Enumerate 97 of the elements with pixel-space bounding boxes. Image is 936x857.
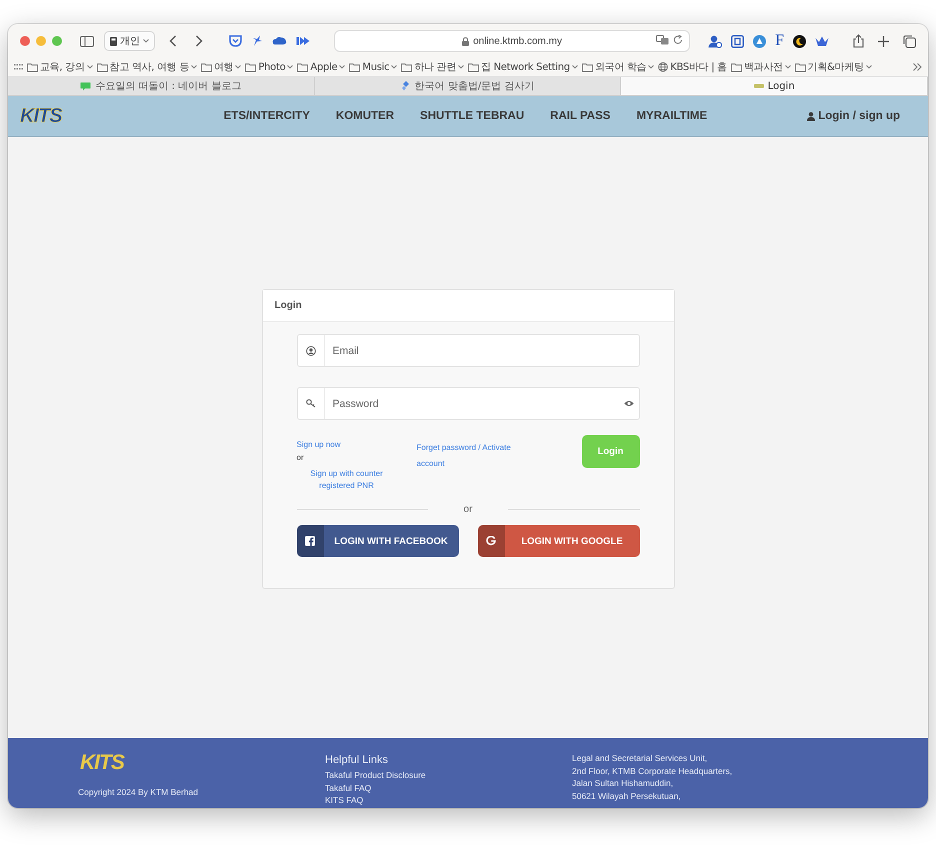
counter-sign-up-link[interactable]: Sign up with counter registered PNR — [296, 468, 396, 492]
chevron-icon — [784, 65, 791, 69]
folder-icon — [349, 62, 360, 72]
card-title: Login — [274, 300, 302, 311]
share-icon[interactable] — [853, 34, 864, 48]
lock-icon — [462, 36, 470, 46]
address-line: Legal and Secretarial Services Unit, — [572, 752, 708, 764]
folder-icon — [401, 62, 412, 72]
folder-icon — [468, 62, 480, 72]
fast-forward-icon[interactable] — [296, 36, 310, 46]
folder-icon — [297, 62, 308, 72]
chevron-icon — [572, 65, 578, 69]
nav-link[interactable]: ETS/INTERCITY — [224, 110, 310, 122]
grid-icon[interactable] — [14, 64, 23, 70]
footer-link[interactable]: Takaful Product Disclosure — [325, 769, 572, 782]
chevron-icon — [391, 65, 398, 69]
or-text: or — [296, 453, 305, 462]
diamond-icon — [400, 81, 411, 91]
facebook-login-button[interactable]: LOGIN WITH FACEBOOK — [296, 525, 458, 557]
chevron-icon — [866, 65, 872, 69]
browser-tab[interactable]: Login — [621, 77, 928, 95]
chat-icon — [80, 82, 92, 90]
chevron-icon — [287, 65, 294, 69]
site-logo[interactable]: KITS — [18, 106, 64, 126]
back-icon[interactable] — [169, 35, 177, 47]
address-line: Jalan Sultan Hishamuddin, — [572, 777, 674, 790]
email-field[interactable]: Email — [296, 334, 640, 367]
bookmark[interactable]: 여행 — [200, 60, 242, 74]
footer-link[interactable]: KITS FAQ — [325, 794, 572, 806]
address-bar[interactable]: online.ktmb.com.my — [334, 30, 690, 52]
square-icon[interactable] — [731, 34, 744, 48]
footer-logo: KITS — [79, 752, 126, 773]
chevron-icon — [235, 65, 242, 69]
bookmark[interactable]: 참고 역사, 여행 등 — [96, 60, 197, 74]
password-field[interactable]: Password — [296, 387, 640, 420]
user-icon — [306, 346, 316, 356]
more-icon[interactable] — [913, 63, 922, 71]
url-text: online.ktmb.com.my — [473, 36, 562, 46]
chevron-icon — [648, 65, 654, 69]
address-line: 50621 Wilayah Persekutuan, — [572, 790, 682, 802]
folder-icon — [582, 62, 593, 72]
login-link[interactable]: Login / sign up — [807, 110, 900, 122]
reload-icon[interactable] — [673, 35, 684, 45]
nav-link[interactable]: RAIL PASS — [550, 110, 610, 122]
facebook-icon — [305, 536, 315, 546]
folder-icon — [730, 62, 742, 72]
moon-icon[interactable] — [793, 34, 806, 48]
nav-link[interactable]: KOMUTER — [336, 110, 394, 122]
sign-up-link[interactable]: Sign up now — [296, 440, 416, 449]
forgot-password-link[interactable]: Forget password / Activate account — [416, 440, 528, 472]
footer-link[interactable]: Takaful FAQ — [325, 782, 572, 794]
sidebar-icon[interactable] — [80, 36, 94, 46]
forward-icon[interactable] — [195, 35, 203, 47]
favicon-icon — [754, 84, 764, 88]
folder-icon — [200, 62, 212, 72]
copyright-text: Copyright 2024 By KTM Berhad — [78, 787, 200, 797]
plus-icon[interactable] — [878, 36, 889, 46]
shield-icon[interactable] — [229, 35, 242, 47]
bookmark[interactable]: 집 Network Setting — [468, 60, 578, 74]
nav-link[interactable]: SHUTTLE TEBRAU — [420, 110, 524, 122]
key-icon — [306, 399, 316, 408]
crown-icon[interactable] — [815, 36, 829, 46]
globe-icon — [658, 62, 668, 72]
folder-icon — [96, 62, 108, 72]
nav-link[interactable]: MYRAILTIME — [636, 110, 708, 122]
bookmark[interactable]: 외국어 학습 — [582, 60, 654, 74]
user-icon — [807, 112, 816, 120]
chevron-icon — [339, 65, 346, 69]
bookmark[interactable]: 하나 관련 — [401, 60, 464, 74]
bookmark[interactable]: 기획&마케팅 — [794, 60, 872, 74]
chevron-icon — [458, 65, 464, 69]
folder-icon — [794, 62, 806, 72]
or-divider-text: or — [462, 504, 474, 515]
profile-button[interactable]: 개인 — [104, 31, 155, 51]
browser-tab[interactable]: 수요일의 떠돌이 : 네이버 블로그 — [8, 77, 315, 95]
folder-icon — [245, 62, 256, 72]
google-login-button[interactable]: LOGIN WITH GOOGLE — [478, 525, 640, 557]
person-icon[interactable] — [708, 34, 722, 48]
bookmark[interactable]: Apple — [297, 62, 346, 72]
bookmark[interactable]: 교육, 강의 — [27, 60, 93, 74]
bookmark[interactable]: KBS바다 | 홈 — [658, 60, 727, 74]
google-icon — [486, 536, 496, 546]
extension-letter[interactable]: F — [775, 33, 784, 49]
cloud-icon[interactable] — [272, 36, 287, 46]
chevron-icon — [86, 65, 93, 69]
chevron-icon — [190, 65, 197, 69]
tabs-icon[interactable] — [903, 34, 916, 48]
close-button[interactable] — [20, 36, 30, 46]
bookmark[interactable]: Music — [349, 62, 398, 72]
folder-icon — [27, 62, 38, 72]
eye-icon[interactable] — [624, 400, 634, 407]
bookmark[interactable]: Photo — [245, 62, 294, 72]
bookmark[interactable]: 백과사전 — [730, 60, 791, 74]
chevron-icon — [143, 39, 149, 43]
translate-icon[interactable] — [656, 35, 670, 45]
footer-heading: Helpful Links — [325, 754, 389, 766]
address-line: 2nd Floor, KTMB Corporate Headquarters, — [572, 764, 732, 777]
